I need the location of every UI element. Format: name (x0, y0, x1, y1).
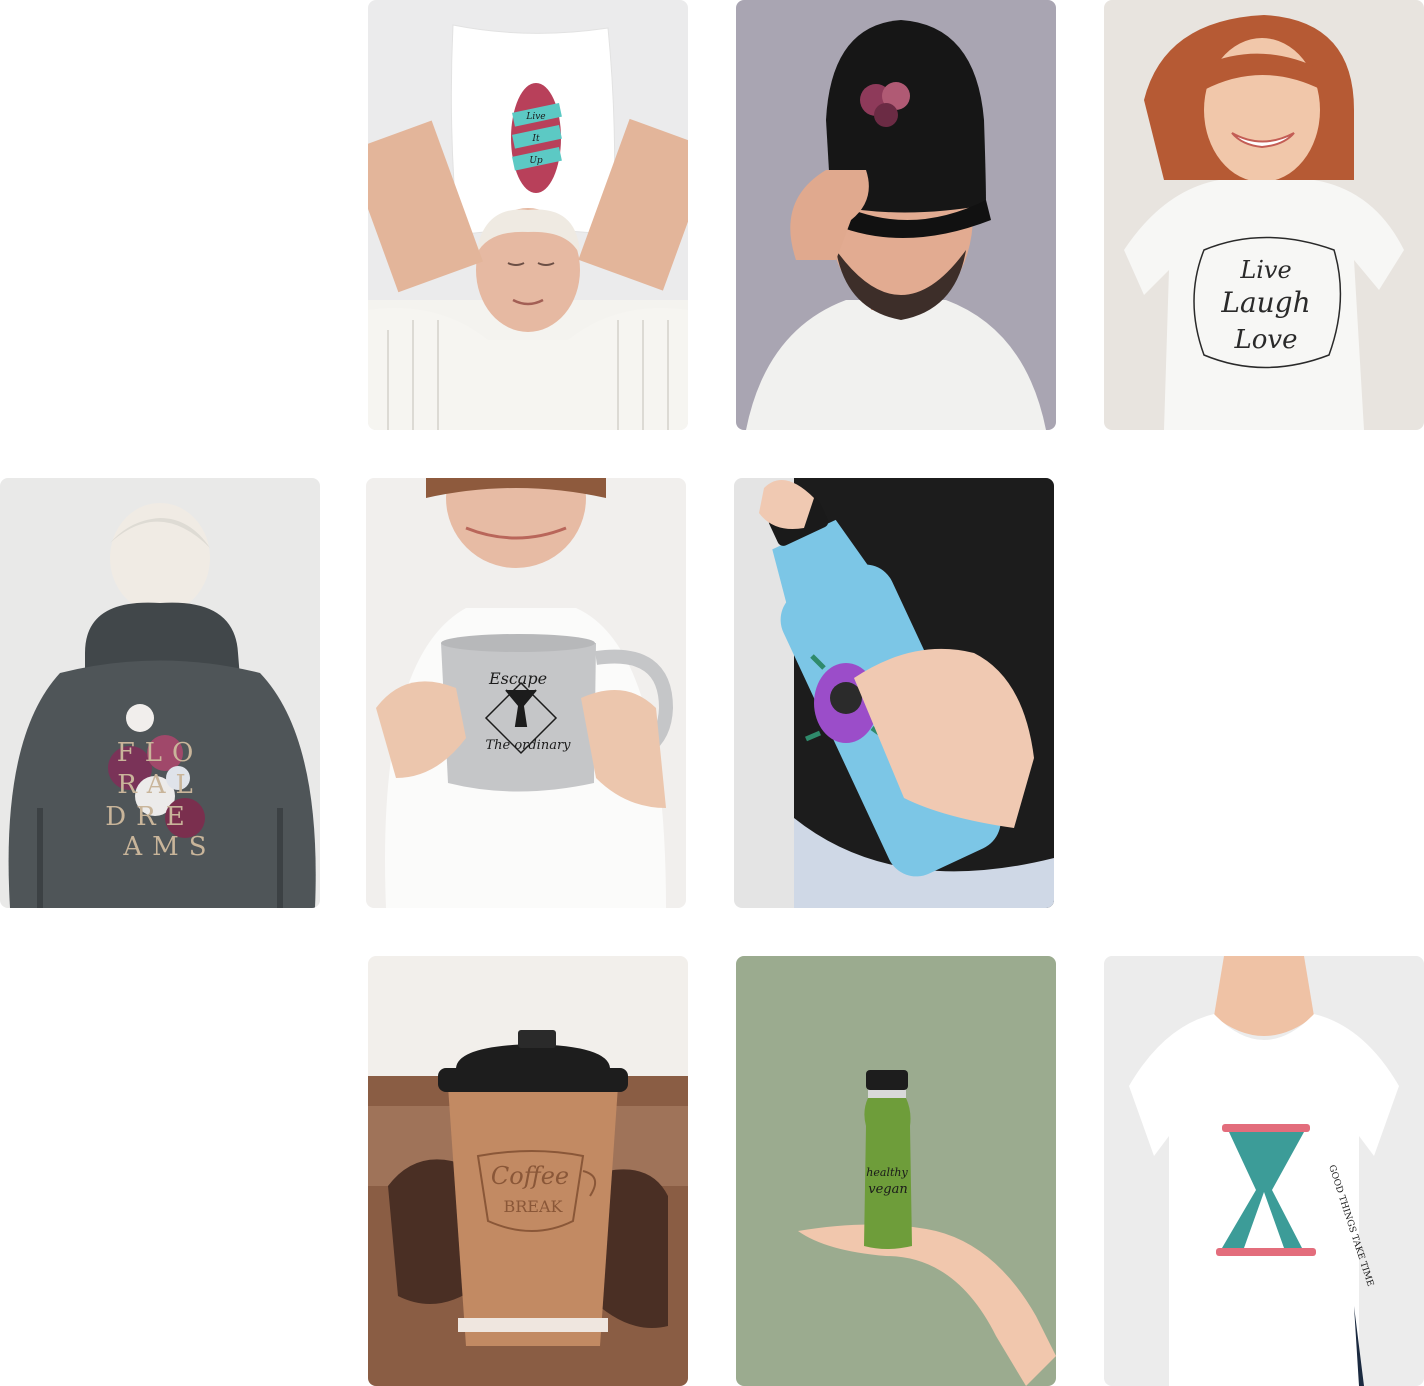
product-card-pillow[interactable]: Live It Up (368, 0, 688, 430)
design-text-line-2: The ordinary (485, 738, 571, 753)
design-text-line-1: Live (525, 112, 545, 122)
design-text-line-2: BREAK (504, 1197, 564, 1216)
product-card-tshirt-hourglass[interactable]: GOOD THINGS TAKE TIME (1104, 956, 1424, 1386)
design-text-line-1: healthy (866, 1166, 908, 1179)
healthy-vegan-design: healthy vegan (866, 1166, 908, 1197)
product-card-coffee-cup[interactable]: Coffee BREAK (368, 956, 688, 1386)
pillow-mockup-image: Live It Up (368, 0, 688, 430)
juice-bottle-body (864, 1070, 912, 1249)
water-bottle-mockup-image (734, 478, 1054, 908)
design-text-line-3: DRE (105, 802, 194, 832)
coffee-cup-mockup-image: Coffee BREAK (368, 956, 688, 1386)
design-text-line-4: AMS (122, 832, 216, 862)
design-text-line-2: Laugh (1220, 286, 1310, 319)
design-text-line-1: FLO (117, 738, 204, 768)
hoodie-mockup-image: FLO RAL DRE AMS (0, 478, 320, 908)
product-card-water-bottle[interactable] (734, 478, 1054, 908)
design-text-line-3: Love (1234, 325, 1298, 355)
juice-bottle-mockup-image: healthy vegan (736, 956, 1056, 1386)
tshirt-live-laugh-love-mockup-image: Live Laugh Love (1104, 0, 1424, 430)
product-card-mug[interactable]: Escape The ordinary (366, 478, 686, 908)
design-text-line-2: RAL (117, 770, 203, 800)
product-card-tshirt-live-laugh-love[interactable]: Live Laugh Love (1104, 0, 1424, 430)
design-text-line-2: It (531, 134, 540, 144)
product-card-juice-bottle[interactable]: healthy vegan (736, 956, 1056, 1386)
cap-mockup-image (736, 0, 1056, 430)
product-card-cap[interactable] (736, 0, 1056, 430)
design-text-line-1: Live (1239, 256, 1291, 284)
mug-mockup-image: Escape The ordinary (366, 478, 686, 908)
product-card-hoodie[interactable]: FLO RAL DRE AMS (0, 478, 320, 908)
design-text-line-1: Escape (488, 669, 547, 688)
tshirt-hourglass-mockup-image: GOOD THINGS TAKE TIME (1104, 956, 1424, 1386)
design-text-line-3: Up (529, 156, 543, 166)
design-text-line-2: vegan (868, 1182, 907, 1197)
design-text-line-1: Coffee (491, 1162, 569, 1190)
